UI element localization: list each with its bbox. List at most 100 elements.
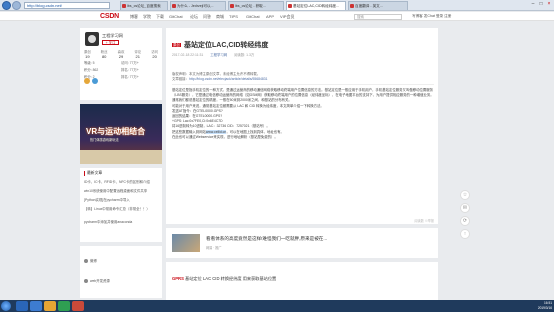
related-tag: GPRS: [172, 276, 184, 281]
recommend-card[interactable]: 看看体系的高度竟然是这样!难怪我们一吃就胖,原来是被在... 网易 · 推广: [166, 228, 438, 258]
stat-value: 80: [101, 54, 107, 59]
article-date: 2017-02-18 22:11:31: [172, 53, 204, 57]
profile-stats: 原创 19 粉丝 80 喜欢 29 评论 21 访问 20: [84, 49, 158, 59]
paragraph: 在此也可以通过Webservice来实现，进行地址解析（基站是免费的）。: [172, 135, 434, 140]
like-icon[interactable]: ☆: [460, 190, 470, 200]
back-to-top-icon[interactable]: ↑: [460, 229, 470, 239]
system-clock[interactable]: 16:51 2019/3/16: [538, 301, 552, 310]
browser-tab-active[interactable]: 基站定位LAC,CID转经纬度...: [286, 1, 346, 10]
nav-link[interactable]: APP: [266, 14, 274, 19]
share-icon[interactable]: ⟳: [460, 216, 470, 226]
tab-favicon-icon: [350, 4, 354, 8]
article-reads: 阅读数: 1.3万: [234, 53, 255, 57]
profile-card: 工程学习网 + 关注 原创 19 粉丝 80 喜欢 29 评论 21 访问 20 等级: …: [80, 28, 162, 100]
recent-article-link[interactable]: 【转】Linux中常用命令汇总（非常全！！）: [84, 207, 160, 212]
stat-value: 20: [152, 54, 157, 59]
article-author[interactable]: 工程学习网: [210, 53, 227, 57]
highlighted-link[interactable]: www.cellid.cn: [205, 129, 227, 134]
start-button[interactable]: [1, 301, 11, 311]
nav-link[interactable]: TIPS: [229, 14, 238, 19]
nav-link[interactable]: VIP会员: [280, 14, 294, 20]
taskbar-app-icon[interactable]: [72, 301, 84, 311]
recent-article-link[interactable]: win10系统使用中配置远程桌面和文件共享: [84, 189, 160, 194]
browser-toolbar: http://blog.csdn.net/ lbs_cs论坛_百度搜索 为什么 …: [0, 0, 554, 11]
back-button[interactable]: [2, 1, 11, 10]
rank-item: 等级: 5: [84, 61, 95, 65]
recommend-meta: 网易 · 推广: [206, 246, 222, 250]
recommend-title[interactable]: 看看体系的高度竟然是这样!难怪我们一吃就胖,原来是被在...: [206, 236, 327, 242]
article: 原创 基站定位LAC,CID转经纬度 2017-02-18 22:11:31 工…: [166, 28, 438, 224]
rank-item: 积分: 862: [84, 68, 99, 72]
recent-article-link[interactable]: ID卡、IC卡、RFID卡、NFC卡的区别和介绍: [84, 180, 160, 185]
site-navbar: CSDN 博客 学院 下载 GitChat 论坛 问答 商城 TIPS GitC…: [0, 12, 554, 21]
stat-value: 29: [118, 54, 124, 59]
taskbar-app-icon[interactable]: [16, 301, 28, 311]
nav-link[interactable]: 商城: [216, 14, 224, 20]
nav-link[interactable]: GitChat: [246, 14, 260, 19]
stat-value: 19: [85, 54, 90, 59]
profile-rank: 等级: 5 访问: 77万+ 积分: 862 排名: 77万+ 积分: 2 排名…: [84, 60, 158, 79]
floating-toolbar: ☆ ✉ ⟳ ↑: [460, 190, 472, 242]
medal-icon: [92, 78, 98, 84]
stat-item: 粉丝 80: [101, 49, 108, 59]
taskbar-app-icon[interactable]: [30, 301, 42, 311]
close-icon[interactable]: ×: [546, 1, 552, 7]
related-article-link[interactable]: GPRS 基站定位 LAC CID 转换经纬度 用来获取基站位置: [172, 276, 276, 282]
nav-link[interactable]: 问答: [203, 14, 211, 20]
nav-link[interactable]: 下载: [156, 14, 164, 20]
divider: [172, 84, 434, 85]
tab-favicon-icon: [172, 4, 176, 8]
ad-image: [80, 150, 162, 164]
recent-article-link[interactable]: [Python实现]在pycharm中导入: [84, 198, 160, 203]
ad-banner[interactable]: VR与运动相结合 热门体感游戏新玩法: [80, 104, 162, 164]
tab-label: 基站定位LAC,CID转经纬度...: [293, 4, 339, 8]
recent-articles: 最新文章 ID卡、IC卡、RFID卡、NFC卡的区别和介绍 win10系统使用中…: [80, 168, 162, 242]
browser-tab[interactable]: lbs_cs论坛 - 获取...: [228, 1, 284, 10]
nav-link[interactable]: 学院: [143, 14, 151, 20]
browser-tab[interactable]: 为什么 - Jedrzeji可以...: [170, 1, 226, 10]
taskbar-app-icon[interactable]: [58, 301, 70, 311]
article-footer: 阅读数 ①举报: [414, 219, 434, 223]
browser-tab[interactable]: 百度翻译 - 英文...: [348, 1, 408, 10]
web-icon: [84, 279, 88, 284]
article-meta: 2017-02-18 22:11:31 工程学习网 阅读数: 1.3万: [172, 52, 254, 57]
copyright-link[interactable]: http://blog.csdn.net/elecjack/article/de…: [189, 77, 268, 81]
tab-label: lbs_cs论坛 - 获取...: [235, 4, 266, 8]
tab-label: 为什么 - Jedrzeji可以...: [177, 4, 214, 8]
follow-button[interactable]: + 关注: [102, 40, 119, 45]
copyright-notice: 版权声明：本文为博主原创文章，未经博主允许不得转载。 文章链接：http://b…: [172, 72, 434, 81]
ad-subtitle: 热门体感游戏新玩法: [90, 138, 119, 142]
search-input[interactable]: 搜索: [354, 14, 402, 20]
nav-link[interactable]: GitChat: [169, 14, 183, 19]
recommend-thumbnail: [172, 234, 200, 252]
side-link-label: 微博: [90, 259, 97, 263]
avatar[interactable]: [85, 32, 99, 46]
stat-item: 访问 20: [151, 49, 158, 59]
maximize-icon[interactable]: □: [538, 1, 544, 7]
clock-date: 2019/3/16: [537, 305, 552, 310]
browser-tab[interactable]: lbs_cs论坛_百度搜索: [120, 1, 168, 10]
original-badge: 原创: [172, 43, 181, 47]
minimize-icon[interactable]: –: [530, 1, 536, 7]
comment-icon[interactable]: ✉: [460, 203, 470, 213]
nav-link[interactable]: 博客: [130, 14, 138, 20]
recent-article-link[interactable]: pycharm中添加并使用anaconda: [84, 220, 160, 225]
address-bar[interactable]: http://blog.csdn.net/: [24, 2, 110, 9]
side-link[interactable]: 微博: [84, 258, 97, 264]
taskbar-app-icon[interactable]: [44, 301, 56, 311]
side-link[interactable]: web开发资源: [84, 278, 110, 284]
username[interactable]: 工程学习网: [102, 33, 123, 39]
forward-button[interactable]: [12, 1, 21, 10]
paragraph: 基站定位是指手机定位的一种方式，是通过运营商的移动通信网络获取移动终端用户位置信…: [172, 88, 434, 103]
weibo-icon: [84, 259, 88, 264]
rank-item: 排名: 77万+: [121, 75, 139, 79]
text: 把这些数据输入到网站: [172, 129, 206, 134]
user-links[interactable]: 写博客 发Chat 登录 注册: [412, 14, 451, 19]
csdn-logo[interactable]: CSDN: [100, 13, 119, 20]
rank-item: 排名: 77万+: [121, 68, 139, 72]
section-title: 最新文章: [84, 171, 102, 176]
stat-item: 评论 21: [134, 49, 141, 59]
rank-item: 访问: 77万+: [121, 61, 139, 65]
stat-item: 喜欢 29: [118, 49, 125, 59]
nav-link[interactable]: 论坛: [190, 14, 198, 20]
